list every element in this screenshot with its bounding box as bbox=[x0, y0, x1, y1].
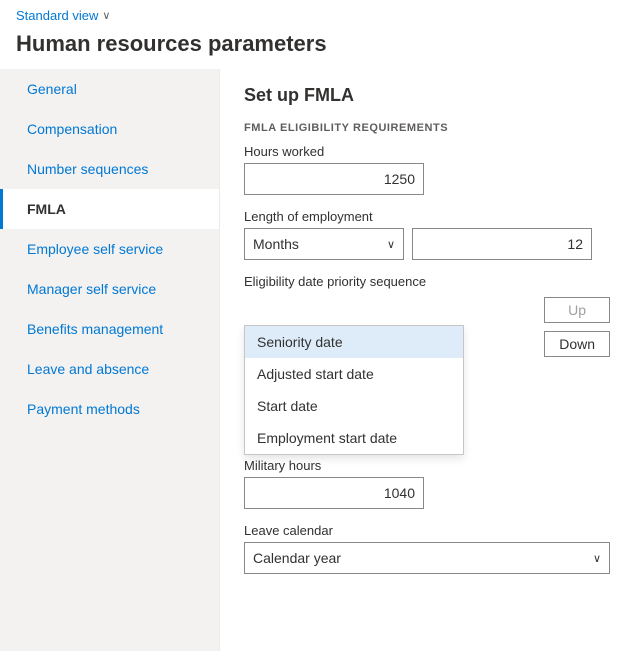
length-dropdown[interactable]: Months ∨ bbox=[244, 228, 404, 260]
page-title: Human resources parameters bbox=[0, 27, 634, 69]
length-dropdown-value: Months bbox=[253, 236, 299, 252]
option-adjusted-start-date[interactable]: Adjusted start date bbox=[245, 358, 463, 390]
eligibility-dropdown-list: Seniority date Adjusted start date Start… bbox=[244, 325, 464, 455]
chevron-down-icon: ∨ bbox=[593, 552, 601, 565]
chevron-down-icon: ∨ bbox=[387, 238, 395, 251]
leave-calendar-label: Leave calendar bbox=[244, 523, 610, 538]
sidebar-item-number-sequences[interactable]: Number sequences bbox=[0, 149, 219, 189]
length-of-employment-label: Length of employment bbox=[244, 209, 610, 224]
leave-calendar-value: Calendar year bbox=[253, 550, 341, 566]
sidebar-item-compensation[interactable]: Compensation bbox=[0, 109, 219, 149]
hours-worked-label: Hours worked bbox=[244, 144, 610, 159]
length-number-input[interactable] bbox=[412, 228, 592, 260]
hours-worked-input[interactable] bbox=[244, 163, 424, 195]
military-hours-input[interactable] bbox=[244, 477, 424, 509]
main-content: Set up FMLA FMLA ELIGIBILITY REQUIREMENT… bbox=[220, 69, 634, 651]
sidebar-item-manager-self-service[interactable]: Manager self service bbox=[0, 269, 219, 309]
down-button[interactable]: Down bbox=[544, 331, 610, 357]
chevron-down-icon: ∨ bbox=[102, 9, 110, 22]
standard-view-link[interactable]: Standard view bbox=[16, 8, 98, 23]
sidebar-item-general[interactable]: General bbox=[0, 69, 219, 109]
eligibility-date-label: Eligibility date priority sequence bbox=[244, 274, 610, 289]
sidebar-item-employee-self-service[interactable]: Employee self service bbox=[0, 229, 219, 269]
up-button[interactable]: Up bbox=[544, 297, 610, 323]
sidebar-item-benefits-management[interactable]: Benefits management bbox=[0, 309, 219, 349]
eligibility-heading: FMLA ELIGIBILITY REQUIREMENTS bbox=[244, 122, 610, 134]
sidebar-item-fmla[interactable]: FMLA bbox=[0, 189, 219, 229]
sidebar: General Compensation Number sequences FM… bbox=[0, 69, 220, 651]
sidebar-item-payment-methods[interactable]: Payment methods bbox=[0, 389, 219, 429]
section-title: Set up FMLA bbox=[244, 85, 610, 106]
leave-calendar-dropdown[interactable]: Calendar year ∨ bbox=[244, 542, 610, 574]
option-seniority-date[interactable]: Seniority date bbox=[245, 326, 463, 358]
military-hours-label: Military hours bbox=[244, 458, 610, 473]
top-bar: Standard view ∨ bbox=[0, 0, 634, 27]
option-start-date[interactable]: Start date bbox=[245, 390, 463, 422]
option-employment-start-date[interactable]: Employment start date bbox=[245, 422, 463, 454]
sidebar-item-leave-and-absence[interactable]: Leave and absence bbox=[0, 349, 219, 389]
